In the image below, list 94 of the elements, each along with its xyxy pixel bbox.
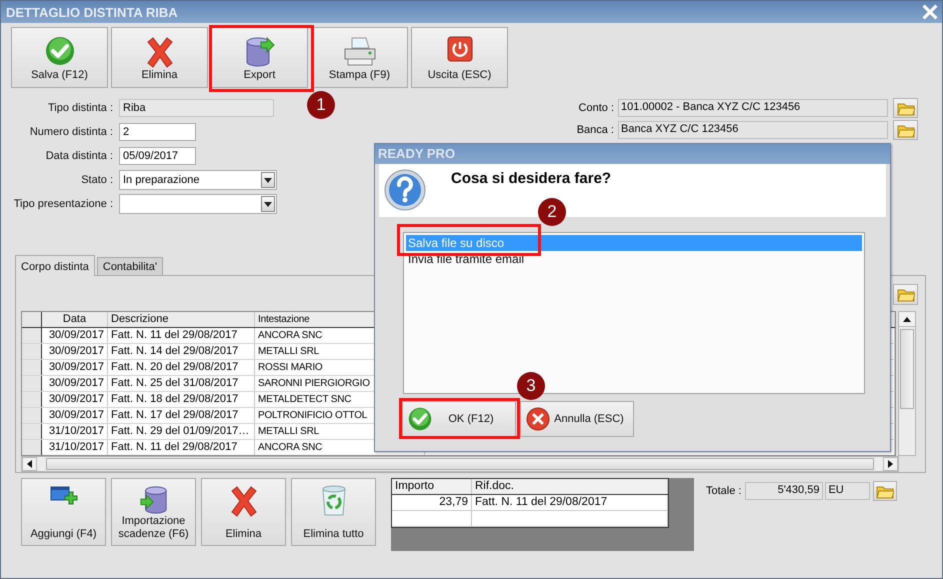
folder-icon [896,287,914,302]
column-header: Importo [392,479,472,494]
table-cell: Fatt. N. 18 del 29/08/2017 [108,392,255,407]
step-badge: 1 [307,91,335,119]
table-cell: 30/09/2017 [42,344,108,359]
close-icon[interactable] [922,4,938,20]
arrow-left-icon [27,460,32,468]
scroll-thumb[interactable] [46,458,874,470]
row-header[interactable] [22,360,42,375]
text-field[interactable]: Banca XYZ C/C 123456 [618,121,888,139]
row-header[interactable] [22,392,42,407]
table-cell: 31/10/2017 [42,424,108,439]
folder-icon [896,122,914,138]
table-cell: 30/09/2017 [42,376,108,391]
text-field[interactable]: 101.00002 - Banca XYZ C/C 123456 [618,99,888,117]
table-cell: 31/10/2017 [42,440,108,455]
dialog-button[interactable]: Annulla (ESC) [520,401,634,437]
column-header: Rif.doc. [472,479,668,494]
tab[interactable]: Contabilita' [96,257,163,275]
folder-button[interactable] [893,120,918,140]
text-field[interactable]: Riba [119,99,274,117]
currency-field: EU [825,482,870,500]
dialog-button[interactable]: OK (F12) [402,401,516,437]
toolbar-button[interactable]: Salva (F12) [11,27,108,88]
caret-icon [264,178,272,182]
power-icon [446,36,472,62]
table-cell: Fatt. N. 20 del 29/08/2017 [108,360,255,375]
cross-icon [144,36,174,68]
scrollbar[interactable] [21,456,899,472]
table-cell: Fatt. N. 17 del 29/08/2017 [108,408,255,423]
tab[interactable]: Corpo distinta [15,255,95,276]
caret-icon [264,202,272,206]
row-header[interactable] [22,344,42,359]
column-header: Data [42,312,108,327]
table-cell: 30/09/2017 [42,360,108,375]
table-cell: 23,79 [392,495,472,510]
cross-icon [228,485,258,517]
folder-button[interactable] [893,284,918,305]
row-header[interactable] [22,376,42,391]
table-cell: Fatt. N. 29 del 01/09/2017… [108,424,255,439]
table-cell: Fatt. N. 11 del 29/08/2017 [108,440,255,455]
scrollbar[interactable] [898,311,916,456]
dialog-question: Cosa si desidera fare? [451,170,612,187]
toolbar-button[interactable]: Uscita (ESC) [411,27,508,88]
folder-button[interactable] [893,98,918,118]
field-label: Tipo distinta : [46,102,114,114]
checkmark-icon [44,36,74,66]
field-label: Tipo presentazione : [12,198,114,210]
dropdown-field[interactable]: In preparazione [119,170,277,190]
window-title: DETTAGLIO DISTINTA RIBA [6,4,178,20]
column-header: Descrizione [108,312,255,327]
field-label: Conto : [578,102,615,114]
database-icon [138,485,168,515]
table-cell: 30/09/2017 [42,392,108,407]
field-label: Banca : [576,124,615,136]
row-header[interactable] [22,408,42,423]
field-label: Stato : [80,174,114,186]
text-field[interactable]: 2 [119,123,196,141]
field-label: Numero distinta : [28,126,114,138]
table-cell: Fatt. N. 11 del 29/08/2017 [472,495,668,510]
toolbar-button[interactable]: Stampa (F9) [311,27,408,88]
question-icon [383,168,427,212]
add-window-icon [50,485,78,507]
close-icon [526,407,550,431]
database-icon [244,36,274,68]
action-button[interactable]: Elimina tutto [291,478,376,546]
folder-button[interactable] [873,481,898,501]
table-cell: Fatt. N. 14 del 29/08/2017 [108,344,255,359]
action-button[interactable]: Elimina [201,478,286,546]
scroll-thumb[interactable] [900,329,914,409]
text-field[interactable]: 05/09/2017 [119,147,196,165]
arrow-right-icon [888,460,893,468]
folder-icon [896,100,914,116]
dropdown-field[interactable] [119,194,277,214]
total-field: 5'430,59 [745,482,824,500]
dialog-title: READY PRO [375,144,890,164]
table-cell: 30/09/2017 [42,328,108,343]
total-label: Totale : [706,485,742,497]
action-button[interactable]: Aggiungi (F4) [21,478,106,546]
action-button[interactable]: Importazione scadenze (F6) [111,478,196,546]
arrow-up-icon [903,316,911,322]
table-cell: 30/09/2017 [42,408,108,423]
toolbar-button[interactable]: Export [211,27,308,88]
field-label: Data distinta : [44,150,114,162]
table-cell: Fatt. N. 11 del 29/08/2017 [108,328,255,343]
row-header[interactable] [22,328,42,343]
checkmark-icon [408,407,432,431]
printer-icon [342,36,376,68]
row-header[interactable] [22,424,42,439]
table-cell: Fatt. N. 25 del 31/08/2017 [108,376,255,391]
toolbar-button[interactable]: Elimina [111,27,208,88]
recycle-bin-icon [320,485,348,517]
row-header[interactable] [22,440,42,455]
folder-icon [876,484,894,498]
